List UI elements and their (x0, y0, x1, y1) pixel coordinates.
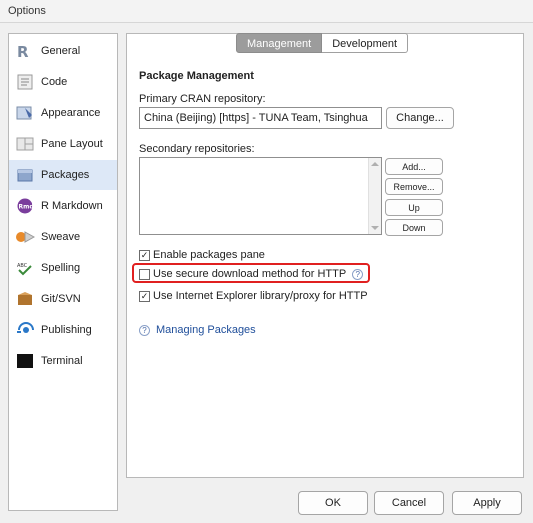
primary-repo-label: Primary CRAN repository: (139, 93, 266, 105)
managing-packages-link[interactable]: Managing Packages (156, 324, 256, 336)
spelling-icon: ABC (15, 259, 35, 277)
terminal-icon (15, 352, 35, 370)
scroll-up-icon[interactable] (371, 162, 379, 166)
sidebar-item-spelling[interactable]: ABC Spelling (9, 253, 117, 283)
help-link-row[interactable]: ? Managing Packages (139, 323, 256, 337)
sidebar-item-git-svn[interactable]: Git/SVN (9, 284, 117, 314)
rmd-icon: Rmd (15, 197, 35, 215)
help-icon[interactable]: ? (352, 268, 364, 280)
secondary-repo-label: Secondary repositories: (139, 143, 255, 155)
ie-proxy-row[interactable]: ✓ Use Internet Explorer library/proxy fo… (139, 289, 368, 303)
sweave-icon (15, 228, 35, 246)
publishing-icon (15, 321, 35, 339)
sidebar-item-general[interactable]: R General (9, 36, 117, 66)
svg-text:R: R (17, 43, 29, 59)
packages-icon (15, 166, 35, 184)
sidebar: R General Code Appearance Pane Layout Pa… (8, 33, 118, 511)
up-button[interactable]: Up (385, 199, 443, 216)
sidebar-item-r-markdown[interactable]: Rmd R Markdown (9, 191, 117, 221)
sidebar-item-terminal[interactable]: Terminal (9, 346, 117, 376)
apply-button[interactable]: Apply (452, 491, 522, 515)
secure-download-checkbox[interactable] (139, 268, 150, 280)
sidebar-item-sweave[interactable]: Sweave (9, 222, 117, 252)
secure-download-row[interactable]: Use secure download method for HTTP ? (139, 267, 364, 281)
add-button[interactable]: Add... (385, 158, 443, 175)
ie-proxy-checkbox[interactable]: ✓ (139, 290, 150, 302)
ok-button[interactable]: OK (298, 491, 368, 515)
tab-bar: Management Development (236, 33, 409, 53)
scroll-down-icon[interactable] (371, 226, 379, 230)
tab-management[interactable]: Management (236, 33, 323, 53)
secure-download-label: Use secure download method for HTTP (153, 268, 347, 280)
secondary-repo-list[interactable] (139, 157, 382, 235)
svg-text:ABC: ABC (17, 263, 28, 269)
window-title: Options (8, 5, 46, 17)
change-button[interactable]: Change... (386, 107, 454, 129)
git-icon (15, 290, 35, 308)
help-icon: ? (139, 324, 150, 336)
ie-proxy-label: Use Internet Explorer library/proxy for … (153, 290, 368, 302)
list-scrollbar[interactable] (368, 158, 381, 234)
svg-text:Rmd: Rmd (19, 204, 34, 211)
tab-development[interactable]: Development (322, 33, 409, 53)
down-button[interactable]: Down (385, 219, 443, 236)
sidebar-item-packages[interactable]: Packages (9, 160, 117, 190)
primary-repo-field[interactable]: China (Beijing) [https] - TUNA Team, Tsi… (139, 107, 382, 129)
enable-pane-label: Enable packages pane (153, 249, 265, 261)
remove-button[interactable]: Remove... (385, 178, 443, 195)
section-title: Package Management (139, 70, 254, 82)
pane-layout-icon (15, 135, 35, 153)
sidebar-item-appearance[interactable]: Appearance (9, 98, 117, 128)
enable-pane-row[interactable]: ✓ Enable packages pane (139, 248, 265, 262)
r-logo-icon: R (15, 42, 35, 60)
enable-pane-checkbox[interactable]: ✓ (139, 249, 150, 261)
cancel-button[interactable]: Cancel (374, 491, 444, 515)
appearance-icon (15, 104, 35, 122)
sidebar-item-code[interactable]: Code (9, 67, 117, 97)
sidebar-item-pane-layout[interactable]: Pane Layout (9, 129, 117, 159)
code-icon (15, 73, 35, 91)
title-bar: Options (0, 0, 533, 23)
sidebar-item-publishing[interactable]: Publishing (9, 315, 117, 345)
